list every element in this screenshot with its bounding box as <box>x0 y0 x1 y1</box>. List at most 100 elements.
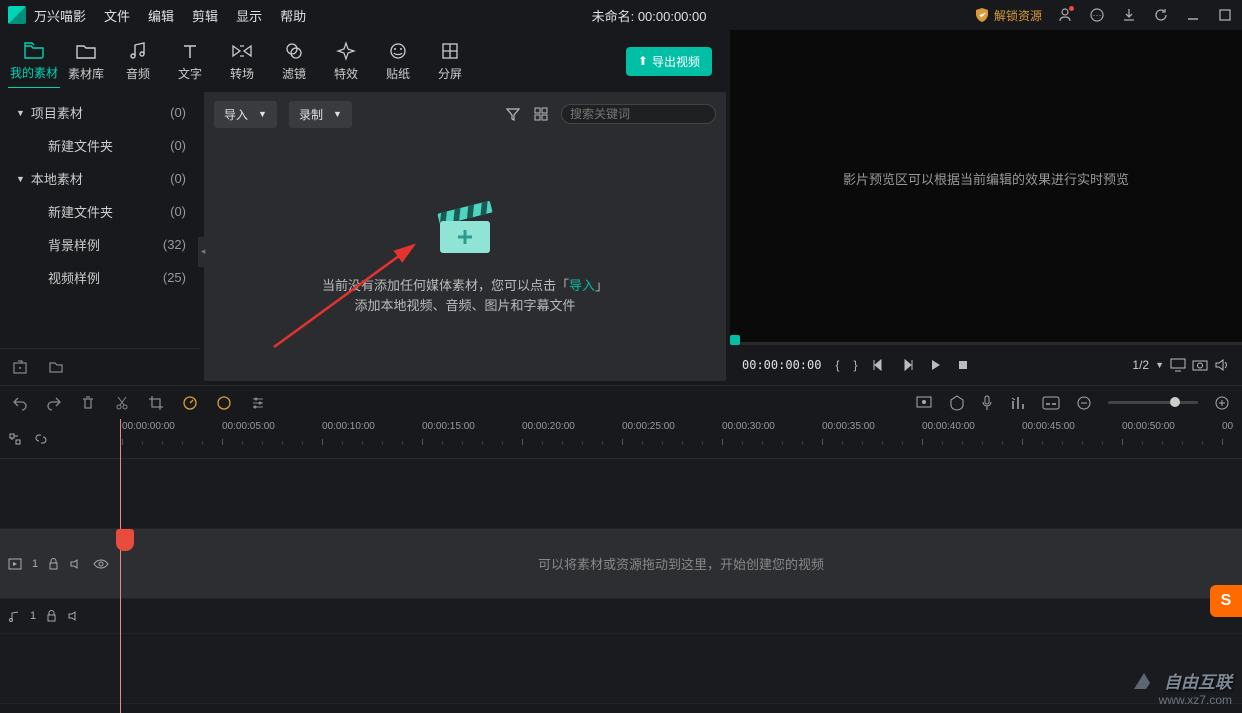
refresh-icon[interactable] <box>1152 6 1170 24</box>
smiley-icon <box>388 39 408 63</box>
timeline-ruler[interactable]: 00:00:00:0000:00:05:0000:00:10:0000:00:1… <box>120 419 1242 458</box>
preview-scale[interactable]: 1/2 <box>1132 358 1149 372</box>
menu-clip[interactable]: 剪辑 <box>192 6 218 25</box>
display-icon[interactable] <box>1170 358 1186 372</box>
sparkle-icon <box>336 39 356 63</box>
redo-button[interactable] <box>46 395 62 411</box>
play-button[interactable] <box>928 358 942 372</box>
tab-sticker[interactable]: 贴纸 <box>372 35 424 88</box>
shield-icon <box>974 7 990 23</box>
search-input[interactable] <box>570 107 725 121</box>
preview-scrubber[interactable] <box>730 327 1242 345</box>
crop-button[interactable] <box>148 395 164 411</box>
timeline-lock-icon[interactable] <box>8 432 22 446</box>
sidebar-item-video-samples[interactable]: 视频样例(25) <box>0 261 200 294</box>
import-link[interactable]: 导入 <box>569 278 595 293</box>
transition-icon <box>231 39 253 63</box>
maximize-icon[interactable] <box>1216 6 1234 24</box>
chevron-down-icon: ▼ <box>333 109 342 119</box>
playhead-handle[interactable] <box>116 529 134 551</box>
zoom-slider[interactable] <box>1108 401 1198 404</box>
filter-icon <box>284 39 304 63</box>
account-icon[interactable] <box>1056 6 1074 24</box>
prev-frame-button[interactable] <box>872 358 886 372</box>
titlebar: 万兴喵影 文件 编辑 剪辑 显示 帮助 未命名: 00:00:00:00 解锁资… <box>0 0 1242 30</box>
tab-audio[interactable]: 音频 <box>112 35 164 88</box>
split-icon <box>440 39 460 63</box>
snapshot-icon[interactable] <box>1192 358 1208 372</box>
tab-library[interactable]: 素材库 <box>60 35 112 88</box>
app-logo-icon <box>8 6 26 24</box>
music-icon <box>128 39 148 63</box>
tab-transition[interactable]: 转场 <box>216 35 268 88</box>
playhead-line <box>120 419 121 713</box>
color-button[interactable] <box>216 395 232 411</box>
audio-mixer-button[interactable] <box>1010 395 1026 411</box>
search-box[interactable] <box>561 104 716 124</box>
menu-edit[interactable]: 编辑 <box>148 6 174 25</box>
new-bin-icon[interactable] <box>12 359 28 375</box>
cut-button[interactable] <box>114 395 130 411</box>
text-icon <box>180 39 200 63</box>
preview-timecode: 00:00:00:00 <box>742 358 821 372</box>
mute-icon[interactable] <box>69 558 83 570</box>
lock-icon[interactable] <box>46 610 57 622</box>
import-dropdown[interactable]: 导入▼ <box>214 101 277 128</box>
visibility-icon[interactable] <box>93 558 109 570</box>
lock-icon[interactable] <box>48 558 59 570</box>
next-frame-button[interactable] <box>900 358 914 372</box>
chevron-down-icon: ▼ <box>16 174 25 184</box>
video-track[interactable]: 1 可以将素材或资源拖动到这里，开始创建您的视频 <box>0 529 1242 599</box>
message-icon[interactable]: ⋯ <box>1088 6 1106 24</box>
app-name: 万兴喵影 <box>34 6 86 25</box>
adjust-button[interactable] <box>250 395 266 411</box>
tab-text[interactable]: 文字 <box>164 35 216 88</box>
new-folder-icon[interactable] <box>48 359 64 375</box>
upload-icon: ⬆ <box>638 54 648 68</box>
zoom-out-button[interactable] <box>1076 395 1092 411</box>
caption-button[interactable] <box>1042 396 1060 410</box>
folder-open-icon <box>23 38 45 62</box>
minimize-icon[interactable] <box>1184 6 1202 24</box>
record-dropdown[interactable]: 录制▼ <box>289 101 352 128</box>
zoom-in-button[interactable] <box>1214 395 1230 411</box>
download-icon[interactable] <box>1120 6 1138 24</box>
sidebar-item-new-folder-2[interactable]: 新建文件夹(0) <box>0 195 200 228</box>
export-button[interactable]: ⬆导出视频 <box>626 47 712 76</box>
menu-view[interactable]: 显示 <box>236 6 262 25</box>
tab-effects[interactable]: 特效 <box>320 35 372 88</box>
mark-in-button[interactable]: { <box>835 358 839 372</box>
stop-button[interactable] <box>956 358 970 372</box>
marker-button[interactable] <box>950 395 964 411</box>
mute-icon[interactable] <box>67 610 81 622</box>
volume-icon[interactable] <box>1214 358 1230 372</box>
sidebar-group-project[interactable]: ▼项目素材(0) <box>0 96 200 129</box>
sidebar-item-background-samples[interactable]: 背景样例(32) <box>0 228 200 261</box>
menu-file[interactable]: 文件 <box>104 6 130 25</box>
timeline: 00:00:00:0000:00:05:0000:00:10:0000:00:1… <box>0 419 1242 713</box>
tab-filter[interactable]: 滤镜 <box>268 35 320 88</box>
sogou-ime-icon[interactable]: S <box>1210 585 1242 617</box>
sidebar-item-new-folder-1[interactable]: 新建文件夹(0) <box>0 129 200 162</box>
grid-view-icon[interactable] <box>533 106 549 122</box>
chevron-down-icon[interactable]: ▼ <box>1155 360 1164 370</box>
undo-button[interactable] <box>12 395 28 411</box>
preview-area: 影片预览区可以根据当前编辑的效果进行实时预览 <box>730 30 1242 327</box>
unlock-resources-button[interactable]: 解锁资源 <box>974 7 1042 24</box>
sidebar-group-local[interactable]: ▼本地素材(0) <box>0 162 200 195</box>
timeline-link-icon[interactable] <box>34 432 48 446</box>
tab-my-media[interactable]: 我的素材 <box>8 34 60 89</box>
filter-icon[interactable] <box>505 106 521 122</box>
delete-button[interactable] <box>80 395 96 411</box>
video-track-drop-hint: 可以将素材或资源拖动到这里，开始创建您的视频 <box>120 529 1242 598</box>
speed-button[interactable] <box>182 395 198 411</box>
record-screen-button[interactable] <box>916 396 934 410</box>
menu-help[interactable]: 帮助 <box>280 6 306 25</box>
voiceover-button[interactable] <box>980 395 994 411</box>
mark-out-button[interactable]: } <box>854 358 858 372</box>
tab-split[interactable]: 分屏 <box>424 35 476 88</box>
folder-icon <box>75 39 97 63</box>
chevron-down-icon: ▼ <box>16 108 25 118</box>
chevron-down-icon: ▼ <box>258 109 267 119</box>
audio-track[interactable]: 1 <box>0 599 1242 634</box>
